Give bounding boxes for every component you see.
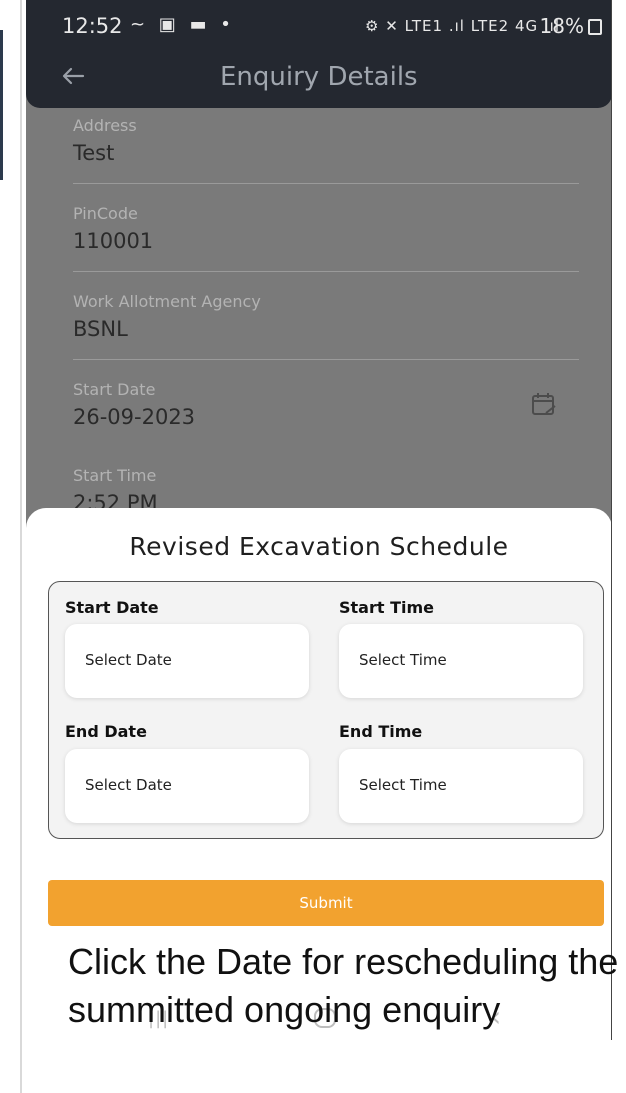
detail-label: Work Allotment Agency	[73, 292, 261, 311]
notification-icons: ~ ▣ ▬ •	[130, 14, 235, 35]
end-time-field[interactable]: Select Time	[339, 749, 583, 823]
frame-divider	[20, 0, 22, 1093]
detail-label: Start Time	[73, 466, 157, 485]
detail-label: PinCode	[73, 204, 138, 223]
end-date-field[interactable]: Select Date	[65, 749, 309, 823]
start-time-label: Start Time	[339, 598, 434, 617]
divider	[73, 183, 579, 184]
battery-icon	[588, 19, 602, 35]
screenshot-frame-left	[0, 0, 22, 1093]
status-bar: 12:52 ~ ▣ ▬ • ⚙ ✕ LTE1 .ıl LTE2 4G .ıl 1…	[26, 0, 611, 52]
detail-value: Test	[73, 141, 115, 165]
end-date-label: End Date	[65, 722, 147, 741]
instruction-caption: Click the Date for rescheduling the summ…	[68, 941, 619, 1030]
start-date-label: Start Date	[65, 598, 159, 617]
divider	[73, 359, 579, 360]
phone-screen: 12:52 ~ ▣ ▬ • ⚙ ✕ LTE1 .ıl LTE2 4G .ıl 1…	[26, 0, 612, 1040]
frame-mark	[0, 30, 3, 180]
end-date-placeholder: Select Date	[85, 776, 172, 794]
calendar-edit-icon[interactable]	[526, 386, 562, 422]
detail-value: BSNL	[73, 317, 128, 341]
start-date-field[interactable]: Select Date	[65, 624, 309, 698]
battery-level: 18%	[539, 14, 584, 38]
schedule-form: Start Date Start Time Select Date Select…	[48, 581, 604, 839]
detail-address: Address Test	[73, 116, 579, 165]
detail-agency: Work Allotment Agency BSNL	[73, 292, 579, 341]
submit-button[interactable]: Submit	[48, 880, 604, 926]
signal-icons: ⚙ ✕ LTE1 .ıl LTE2 4G .ıl	[365, 17, 560, 35]
detail-pincode: PinCode 110001	[73, 204, 579, 253]
detail-label: Address	[73, 116, 137, 135]
detail-value: 26-09-2023	[73, 405, 196, 429]
divider	[73, 271, 579, 272]
start-time-field[interactable]: Select Time	[339, 624, 583, 698]
start-time-placeholder: Select Time	[359, 651, 447, 669]
detail-label: Start Date	[73, 380, 156, 399]
status-time: 12:52	[62, 14, 123, 38]
end-time-placeholder: Select Time	[359, 776, 447, 794]
sheet-title: Revised Excavation Schedule	[129, 532, 509, 561]
start-date-placeholder: Select Date	[85, 651, 172, 669]
end-time-label: End Time	[339, 722, 423, 741]
back-arrow-icon[interactable]	[59, 60, 89, 92]
detail-start-date[interactable]: Start Date 26-09-2023	[73, 380, 579, 429]
detail-value: 110001	[73, 229, 154, 253]
page-title: Enquiry Details	[220, 62, 418, 92]
app-bar: Enquiry Details	[26, 52, 611, 108]
